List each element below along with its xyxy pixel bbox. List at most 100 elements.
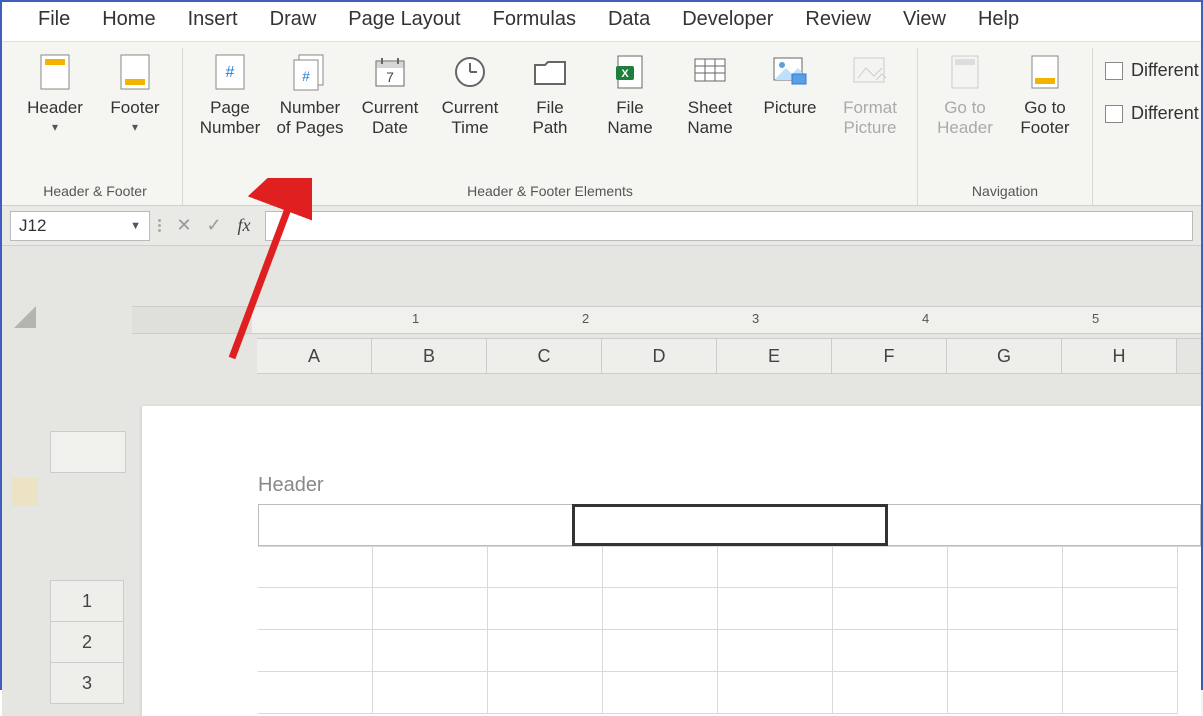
menu-file[interactable]: File (38, 8, 70, 31)
row-header[interactable]: 1 (50, 580, 124, 622)
header-section-label: Header (258, 474, 324, 497)
footer-button-label: Footer (110, 98, 159, 118)
file-path-button[interactable]: File Path (511, 48, 589, 179)
column-header[interactable]: A (257, 339, 372, 373)
menu-view[interactable]: View (903, 8, 946, 31)
footer-button[interactable]: Footer ▾ (96, 48, 174, 179)
goto-footer-button[interactable]: Go to Footer (1006, 48, 1084, 179)
select-all-triangle[interactable] (14, 306, 36, 328)
cell[interactable] (833, 547, 948, 588)
current-date-button[interactable]: 7 Current Date (351, 48, 429, 179)
cell[interactable] (258, 630, 373, 672)
picture-icon (770, 52, 810, 92)
cell[interactable] (603, 672, 718, 714)
menu-draw[interactable]: Draw (270, 8, 317, 31)
menu-developer[interactable]: Developer (682, 8, 773, 31)
cell[interactable] (488, 547, 603, 588)
cell[interactable] (488, 630, 603, 672)
menu-review[interactable]: Review (805, 8, 871, 31)
cell[interactable] (373, 672, 488, 714)
cell[interactable] (1063, 672, 1178, 714)
cell[interactable] (488, 588, 603, 630)
goto-header-label: Go to Header (937, 98, 993, 139)
menu-insert[interactable]: Insert (188, 8, 238, 31)
excel-file-icon: X (610, 52, 650, 92)
cell[interactable] (718, 672, 833, 714)
header-left-section[interactable] (259, 505, 573, 545)
drag-handle-icon[interactable] (150, 219, 169, 232)
ruler-tick: 3 (752, 311, 759, 326)
column-header[interactable]: H (1062, 339, 1177, 373)
cell[interactable] (1063, 588, 1178, 630)
row-header[interactable]: 2 (50, 621, 124, 663)
name-box[interactable]: J12 ▼ (10, 211, 150, 241)
cell[interactable] (488, 672, 603, 714)
cell[interactable] (833, 672, 948, 714)
sheet-name-button[interactable]: Sheet Name (671, 48, 749, 179)
menu-formulas[interactable]: Formulas (493, 8, 576, 31)
cell[interactable] (603, 630, 718, 672)
menubar: File Home Insert Draw Page Layout Formul… (2, 2, 1201, 41)
insert-function-button[interactable]: fx (229, 215, 259, 236)
current-time-button[interactable]: Current Time (431, 48, 509, 179)
page-icon (35, 52, 75, 92)
cell-grid (258, 546, 1201, 716)
picture-button[interactable]: Picture (751, 48, 829, 179)
cell[interactable] (373, 588, 488, 630)
page-hash-icon: # (210, 52, 250, 92)
row-header[interactable]: 3 (50, 662, 124, 704)
ruler-margin (132, 307, 252, 333)
checkbox-icon (1105, 105, 1123, 123)
header-right-section[interactable] (887, 505, 1200, 545)
group-elements-label: Header & Footer Elements (467, 179, 633, 205)
formula-input[interactable] (265, 211, 1193, 241)
checkbox-icon (1105, 62, 1123, 80)
cell[interactable] (718, 547, 833, 588)
cell[interactable] (603, 588, 718, 630)
cell[interactable] (258, 547, 373, 588)
column-header[interactable]: F (832, 339, 947, 373)
cell[interactable] (948, 672, 1063, 714)
column-header[interactable]: E (717, 339, 832, 373)
header-button[interactable]: Header ▾ (16, 48, 94, 179)
column-header[interactable]: B (372, 339, 487, 373)
cell[interactable] (603, 547, 718, 588)
page-number-button[interactable]: # Page Number (191, 48, 269, 179)
cell[interactable] (948, 588, 1063, 630)
number-of-pages-button[interactable]: # Number of Pages (271, 48, 349, 179)
menu-page-layout[interactable]: Page Layout (348, 8, 460, 31)
file-name-button[interactable]: X File Name (591, 48, 669, 179)
format-picture-icon (850, 52, 890, 92)
cell[interactable] (1063, 630, 1178, 672)
file-path-label: File Path (533, 98, 568, 139)
different-first-check[interactable]: Different (1105, 60, 1199, 81)
menu-home[interactable]: Home (102, 8, 155, 31)
column-header[interactable]: C (487, 339, 602, 373)
clock-icon (450, 52, 490, 92)
cell[interactable] (373, 547, 488, 588)
cell[interactable] (373, 630, 488, 672)
cell[interactable] (258, 672, 373, 714)
ribbon-options: Different Different (1093, 48, 1203, 205)
sheet-icon (690, 52, 730, 92)
group-header-footer-elements: # Page Number # Number of Pages 7 Curren… (183, 48, 918, 205)
cell[interactable] (258, 588, 373, 630)
cell[interactable] (718, 630, 833, 672)
column-header[interactable]: D (602, 339, 717, 373)
cell[interactable] (833, 588, 948, 630)
header-center-section[interactable] (573, 505, 887, 545)
cell[interactable] (948, 547, 1063, 588)
svg-text:#: # (302, 68, 310, 84)
horizontal-ruler: 1 2 3 4 5 (132, 306, 1201, 334)
menu-data[interactable]: Data (608, 8, 650, 31)
cell[interactable] (718, 588, 833, 630)
cell[interactable] (948, 630, 1063, 672)
cell[interactable] (833, 630, 948, 672)
different-odd-check[interactable]: Different (1105, 103, 1199, 124)
folder-icon (530, 52, 570, 92)
column-header[interactable]: G (947, 339, 1062, 373)
menu-help[interactable]: Help (978, 8, 1019, 31)
cancel-formula-button: ✕ (169, 215, 199, 236)
chevron-down-icon: ▾ (52, 120, 58, 134)
cell[interactable] (1063, 547, 1178, 588)
